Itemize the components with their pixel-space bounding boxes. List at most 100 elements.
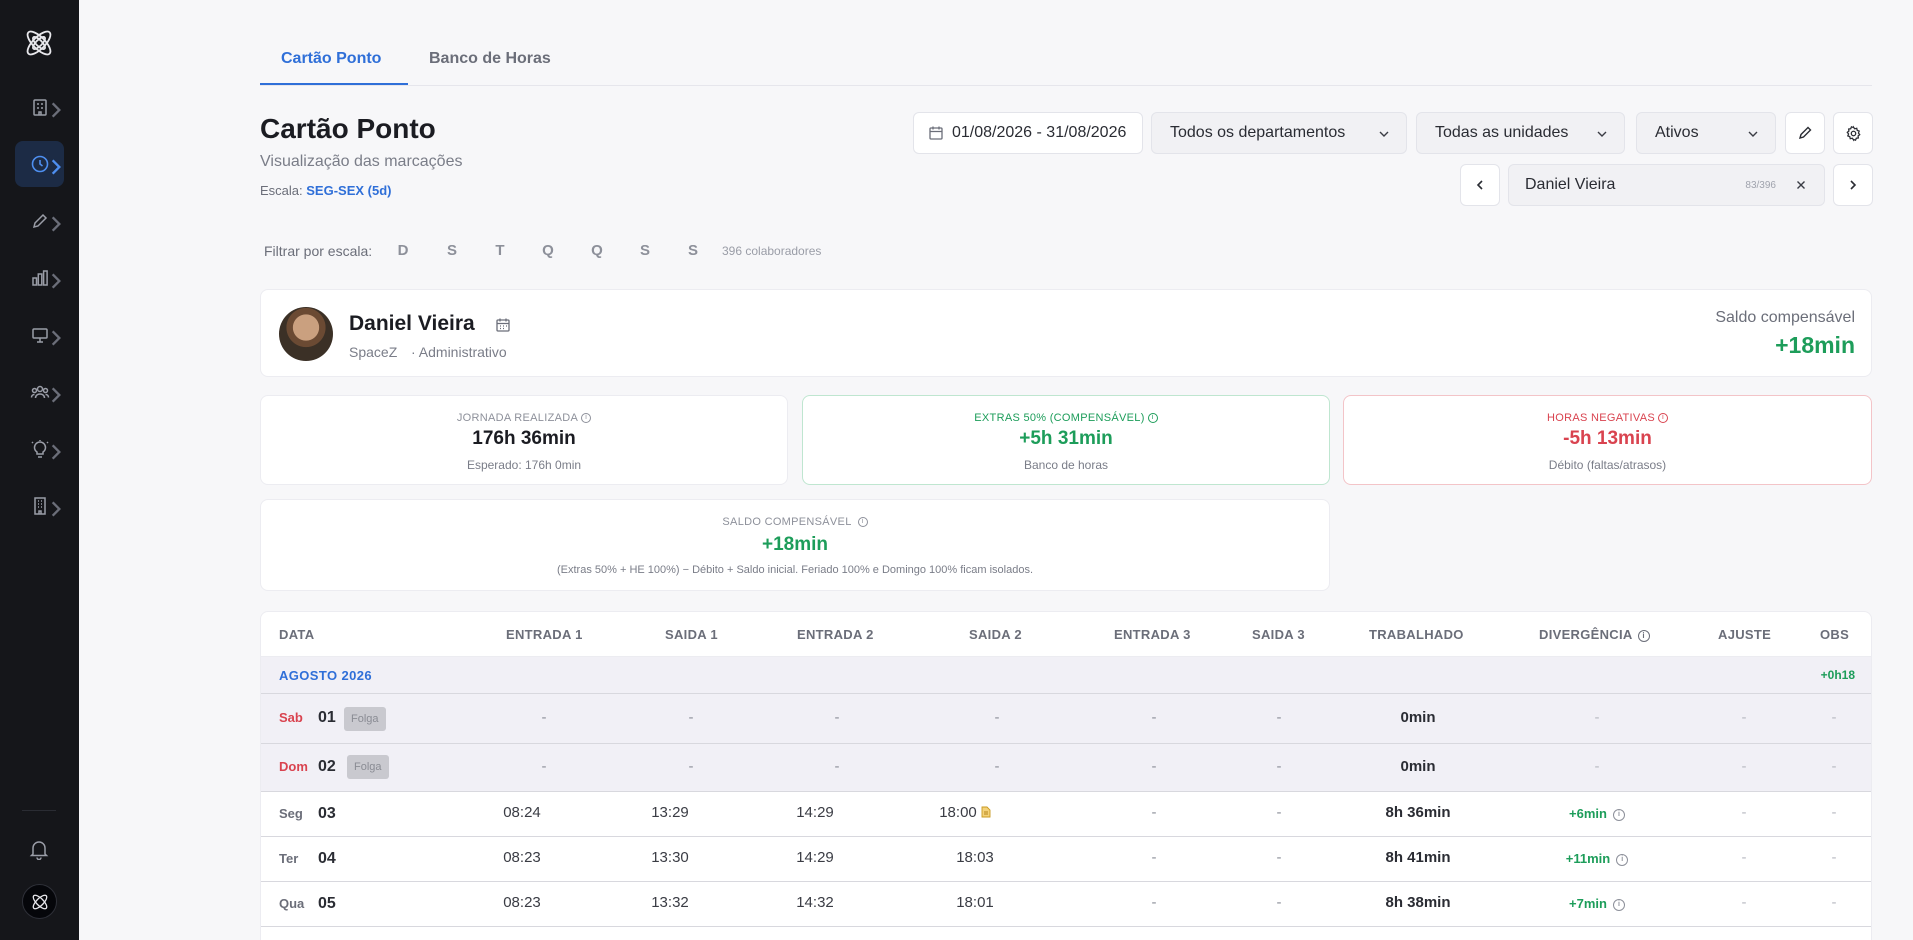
nav-item-devices[interactable] xyxy=(15,312,64,358)
status-select[interactable]: Ativos xyxy=(1636,112,1776,154)
cell-divergencia: - xyxy=(1594,758,1600,775)
chevron-right-icon xyxy=(51,501,61,517)
cell-divergencia: +11min i xyxy=(1547,851,1647,866)
department-select[interactable]: Todos os departamentos xyxy=(1151,112,1407,154)
cell-entrada-2: - xyxy=(834,709,840,726)
department-value: Todos os departamentos xyxy=(1170,124,1346,141)
cell-saida-3: - xyxy=(1276,758,1282,775)
filter-day-tuesday[interactable]: T xyxy=(490,242,510,259)
cell-saida-2: - xyxy=(994,758,1000,775)
employee-select[interactable]: Daniel Vieira 83/396 xyxy=(1508,164,1825,206)
close-icon[interactable] xyxy=(1794,178,1808,192)
cell-saida-3: - xyxy=(1276,804,1282,821)
cell-entrada-2: 14:29 xyxy=(796,849,834,866)
row-day: 05 xyxy=(318,895,336,912)
divergence-value: +6min xyxy=(1569,806,1607,821)
cell-saida-1: - xyxy=(688,709,694,726)
next-employee-button[interactable] xyxy=(1833,164,1873,206)
cell-entrada-3: - xyxy=(1151,894,1157,911)
row-day: 04 xyxy=(318,850,336,867)
escala-link[interactable]: SEG-SEX (5d) xyxy=(306,183,391,198)
nav-item-units[interactable] xyxy=(15,483,64,529)
table-row[interactable]: Sab 01 Folga - - - - - - 0min - - - xyxy=(261,693,1871,743)
user-avatar[interactable] xyxy=(22,884,57,919)
info-icon[interactable]: i xyxy=(1616,853,1629,866)
cell-saida-1: 13:32 xyxy=(651,894,689,911)
info-icon[interactable]: i xyxy=(581,413,592,424)
filter-day-monday[interactable]: S xyxy=(442,242,462,259)
document-icon[interactable] xyxy=(981,806,991,818)
filter-day-wednesday[interactable]: Q xyxy=(538,242,558,259)
settings-button[interactable] xyxy=(1833,112,1873,154)
employee-name: Daniel Vieira xyxy=(349,312,475,335)
nav-item-company[interactable] xyxy=(15,84,64,130)
unit-value: Todas as unidades xyxy=(1435,124,1569,141)
filter-day-friday[interactable]: S xyxy=(635,242,655,259)
filter-day-saturday[interactable]: S xyxy=(683,242,703,259)
nav-item-time-clock[interactable] xyxy=(15,141,64,187)
nav-item-reports[interactable] xyxy=(15,255,64,301)
nav-item-edit[interactable] xyxy=(15,198,64,244)
tab-banco-de-horas[interactable]: Banco de Horas xyxy=(429,50,551,68)
chevron-right-icon xyxy=(51,102,61,118)
chevron-right-icon xyxy=(51,216,61,232)
edit-button[interactable] xyxy=(1785,112,1825,154)
info-icon[interactable]: i xyxy=(1147,413,1158,424)
month-group-row: AGOSTO 2026 +0h18 xyxy=(261,656,1871,693)
nav-item-ideas[interactable] xyxy=(15,426,64,472)
table-row[interactable]: Qua 05 08:23 13:32 14:32 18:01 - - 8h 38… xyxy=(261,881,1871,926)
employee-select-value: Daniel Vieira xyxy=(1525,176,1616,193)
calendar-icon xyxy=(929,126,943,140)
row-weekday: Ter xyxy=(279,851,299,866)
bell-icon[interactable] xyxy=(28,838,50,860)
unit-select[interactable]: Todas as unidades xyxy=(1416,112,1625,154)
cell-trabalhado: 8h 41min xyxy=(1385,849,1451,866)
cell-obs: - xyxy=(1831,849,1837,866)
folga-badge: Folga xyxy=(347,755,389,779)
table-row-partial xyxy=(261,926,1871,940)
calendar-icon[interactable] xyxy=(495,317,511,333)
cell-entrada-3: - xyxy=(1151,709,1157,726)
col-header-entrada-1: ENTRADA 1 xyxy=(506,627,583,642)
table-row[interactable]: Dom 02 Folga - - - - - - 0min - - - xyxy=(261,743,1871,791)
info-icon[interactable]: i xyxy=(1612,898,1625,911)
info-icon[interactable]: i xyxy=(857,517,868,528)
row-day: 02 xyxy=(318,758,336,775)
escala-label: Escala: xyxy=(260,183,303,198)
cell-ajuste: - xyxy=(1741,758,1747,775)
col-header-data: DATA xyxy=(279,627,315,642)
stat-subtext: (Extras 50% + HE 100%) − Débito + Saldo … xyxy=(557,564,1033,576)
previous-employee-button[interactable] xyxy=(1460,164,1500,206)
info-icon[interactable]: i xyxy=(1637,629,1650,642)
cell-trabalhado: 0min xyxy=(1400,758,1436,775)
tab-cartao-ponto[interactable]: Cartão Ponto xyxy=(281,50,381,68)
cell-saida-3: - xyxy=(1276,709,1282,726)
folga-badge: Folga xyxy=(344,707,386,731)
divergence-value: +7min xyxy=(1569,896,1607,911)
filter-day-sunday[interactable]: D xyxy=(393,242,413,259)
stat-subtext: Débito (faltas/atrasos) xyxy=(1548,458,1667,472)
table-row[interactable]: Ter 04 08:23 13:30 14:29 18:03 - - 8h 41… xyxy=(261,836,1871,881)
cell-saida-2: 18:03 xyxy=(956,849,994,866)
col-header-trabalhado: TRABALHADO xyxy=(1369,627,1464,642)
month-total: +0h18 xyxy=(1820,668,1855,682)
cell-entrada-3: - xyxy=(1151,804,1157,821)
app-logo-icon[interactable] xyxy=(22,26,56,60)
date-range-picker[interactable]: 01/08/2026 - 31/08/2026 xyxy=(913,112,1143,154)
cell-entrada-1: 08:23 xyxy=(503,894,541,911)
table-row[interactable]: Seg 03 08:24 13:29 14:29 18:00 - - 8h 36… xyxy=(261,791,1871,836)
cell-entrada-1: - xyxy=(541,709,547,726)
row-weekday: Seg xyxy=(279,806,303,821)
stat-label: JORNADA REALIZADA i xyxy=(261,412,787,424)
page-title: Cartão Ponto xyxy=(260,113,436,144)
cell-obs: - xyxy=(1831,758,1837,775)
info-icon[interactable]: i xyxy=(1658,413,1668,424)
info-icon[interactable]: i xyxy=(1612,808,1625,821)
cell-saida-1: 13:29 xyxy=(651,804,689,821)
chevron-right-icon xyxy=(51,273,61,289)
nav-item-people[interactable] xyxy=(15,369,64,415)
cell-entrada-2: 14:32 xyxy=(796,894,834,911)
sidebar-divider xyxy=(22,810,56,811)
filter-day-thursday[interactable]: Q xyxy=(587,242,607,259)
app-logo-small-icon xyxy=(32,894,47,909)
